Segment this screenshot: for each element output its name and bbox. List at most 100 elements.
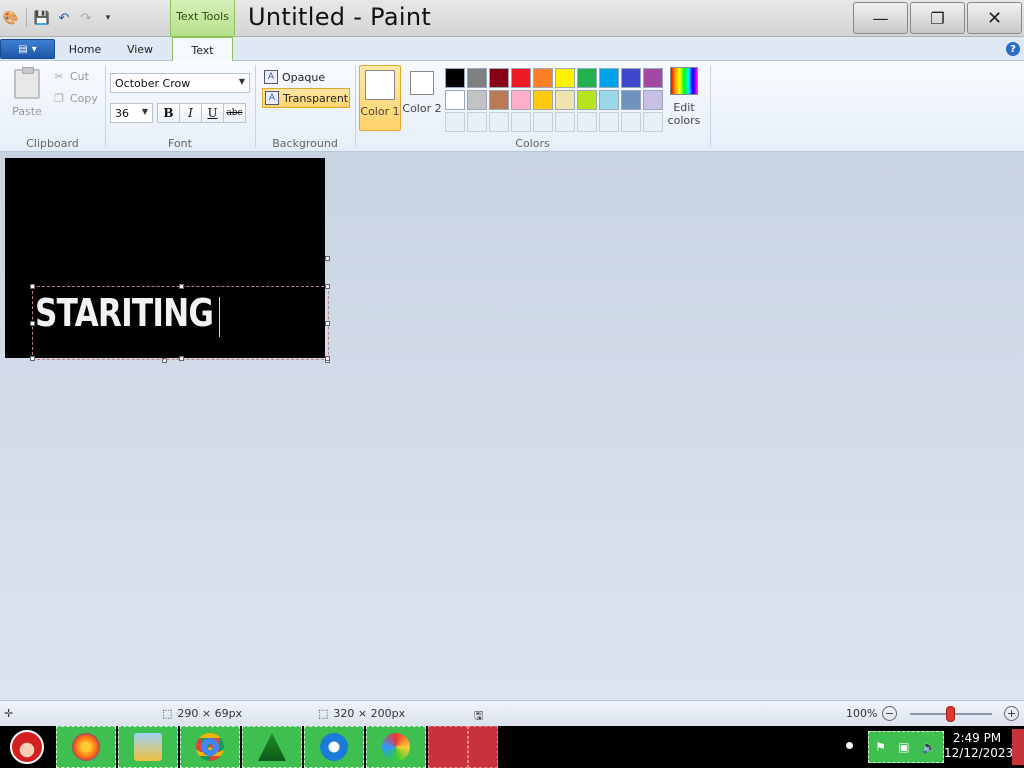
palette-color-swatch[interactable] <box>577 112 597 132</box>
palette-color-swatch[interactable] <box>643 90 663 110</box>
cut-button[interactable]: ✂ Cut <box>52 67 89 85</box>
taskbar-app-1[interactable] <box>428 726 468 768</box>
palette-color-swatch[interactable] <box>533 90 553 110</box>
zoom-in-button[interactable]: + <box>1004 706 1019 721</box>
paste-button[interactable]: Paste <box>8 67 46 119</box>
ribbon-tabs: ▤ ▾ Home View Text ? <box>0 37 1024 62</box>
textbox-handle-left[interactable] <box>30 321 35 326</box>
font-size-select[interactable]: 36 ▼ <box>110 103 153 123</box>
taskbar-thunderbird[interactable] <box>304 726 364 768</box>
textbox-handle-br[interactable] <box>325 356 330 361</box>
palette-color-swatch[interactable] <box>445 68 465 88</box>
palette-color-swatch[interactable] <box>489 90 509 110</box>
save-icon[interactable]: 💾 <box>33 9 51 27</box>
opaque-option[interactable]: A Opaque <box>262 67 350 87</box>
canvas-resize-handle-right[interactable] <box>325 256 330 261</box>
palette-color-swatch[interactable] <box>599 90 619 110</box>
network-icon[interactable]: ▣ <box>898 740 909 754</box>
palette-color-swatch[interactable] <box>621 112 641 132</box>
close-button[interactable]: ✕ <box>967 2 1022 34</box>
customize-qat-icon[interactable]: ▾ <box>99 9 117 27</box>
taskbar-chrome[interactable] <box>180 726 240 768</box>
canvas-workspace[interactable]: STARITING <box>0 153 1024 700</box>
palette-color-swatch[interactable] <box>467 90 487 110</box>
palette-color-swatch[interactable] <box>511 90 531 110</box>
palette-color-swatch[interactable] <box>511 112 531 132</box>
zoom-slider-thumb[interactable] <box>946 706 955 722</box>
tab-home[interactable]: Home <box>60 37 110 61</box>
canvas-size: ⬚ 320 × 200px <box>318 707 405 720</box>
taskbar-explorer[interactable] <box>118 726 178 768</box>
font-format-buttons: B I U abc <box>157 103 246 123</box>
copy-button[interactable]: ❐ Copy <box>52 89 98 107</box>
flag-icon[interactable]: ⚑ <box>875 740 886 754</box>
textbox-handle-bl[interactable] <box>30 356 35 361</box>
canvas-size-icon: ⬚ <box>318 707 329 720</box>
taskbar-app-2[interactable] <box>468 726 498 768</box>
paint-app-icon[interactable]: 🎨 <box>2 9 20 27</box>
firefox-icon <box>72 733 100 761</box>
textbox-handle-bottom[interactable] <box>179 356 184 361</box>
palette-color-swatch[interactable] <box>621 90 641 110</box>
color2-label: Color 2 <box>402 102 442 115</box>
clipboard-group-label: Clipboard <box>26 137 79 150</box>
zoom-out-button[interactable]: − <box>882 706 897 721</box>
textbox-handle-right[interactable] <box>325 321 330 326</box>
minimize-button[interactable]: — <box>853 2 908 34</box>
start-button[interactable] <box>2 726 52 768</box>
redo-icon[interactable]: ↷ <box>77 9 95 27</box>
help-icon[interactable]: ? <box>1006 42 1020 56</box>
palette-color-swatch[interactable] <box>467 68 487 88</box>
underline-button[interactable]: U <box>201 103 224 123</box>
strikethrough-button[interactable]: abc <box>223 103 246 123</box>
palette-color-swatch[interactable] <box>489 112 509 132</box>
textbox-handle-tr[interactable] <box>325 284 330 289</box>
cut-label: Cut <box>70 69 89 83</box>
paint-menu-button[interactable]: ▤ ▾ <box>0 39 55 59</box>
file-size: 🖫 <box>474 707 483 726</box>
taskbar-firefox[interactable] <box>56 726 116 768</box>
show-desktop-button[interactable] <box>1012 729 1024 765</box>
palette-color-swatch[interactable] <box>555 68 575 88</box>
volume-icon[interactable]: 🔈 <box>922 740 937 754</box>
color1-swatch <box>365 70 395 100</box>
italic-button[interactable]: I <box>179 103 202 123</box>
palette-color-swatch[interactable] <box>555 112 575 132</box>
textbox-handle-top[interactable] <box>179 284 184 289</box>
transparent-option[interactable]: A Transparent <box>262 88 350 108</box>
palette-color-swatch[interactable] <box>577 90 597 110</box>
undo-icon[interactable]: ↶ <box>55 9 73 27</box>
disk-icon: 🖫 <box>474 709 484 722</box>
edit-colors-button[interactable]: Edit colors <box>664 67 704 127</box>
palette-color-swatch[interactable] <box>555 90 575 110</box>
textbox-handle-tl[interactable] <box>30 284 35 289</box>
palette-color-swatch[interactable] <box>467 112 487 132</box>
color2-button[interactable]: Color 2 <box>401 65 443 131</box>
palette-color-swatch[interactable] <box>643 112 663 132</box>
palette-color-swatch[interactable] <box>445 112 465 132</box>
tab-text[interactable]: Text <box>172 37 233 62</box>
font-size-value: 36 <box>115 107 129 120</box>
clock-date: 12/12/2023 <box>944 746 1014 760</box>
palette-color-swatch[interactable] <box>533 112 553 132</box>
taskbar-clock[interactable]: 2:49 PM 12/12/2023 <box>944 731 1014 761</box>
text-input-box[interactable]: STARITING <box>30 284 330 361</box>
palette-color-swatch[interactable] <box>621 68 641 88</box>
color1-button[interactable]: Color 1 <box>359 65 401 131</box>
palette-color-swatch[interactable] <box>599 68 619 88</box>
tab-view[interactable]: View <box>115 37 165 61</box>
palette-color-swatch[interactable] <box>445 90 465 110</box>
restore-button[interactable]: ❐ <box>910 2 965 34</box>
font-family-select[interactable]: October Crow ▼ <box>110 73 250 93</box>
taskbar-tree[interactable] <box>242 726 302 768</box>
palette-color-swatch[interactable] <box>533 68 553 88</box>
palette-color-swatch[interactable] <box>511 68 531 88</box>
palette-color-swatch[interactable] <box>577 68 597 88</box>
palette-color-swatch[interactable] <box>599 112 619 132</box>
taskbar-paint[interactable] <box>366 726 426 768</box>
background-group-label: Background <box>272 137 338 150</box>
clipboard-group: Paste ✂ Cut ❐ Copy Clipboard <box>0 61 105 152</box>
palette-color-swatch[interactable] <box>489 68 509 88</box>
bold-button[interactable]: B <box>157 103 180 123</box>
palette-color-swatch[interactable] <box>643 68 663 88</box>
